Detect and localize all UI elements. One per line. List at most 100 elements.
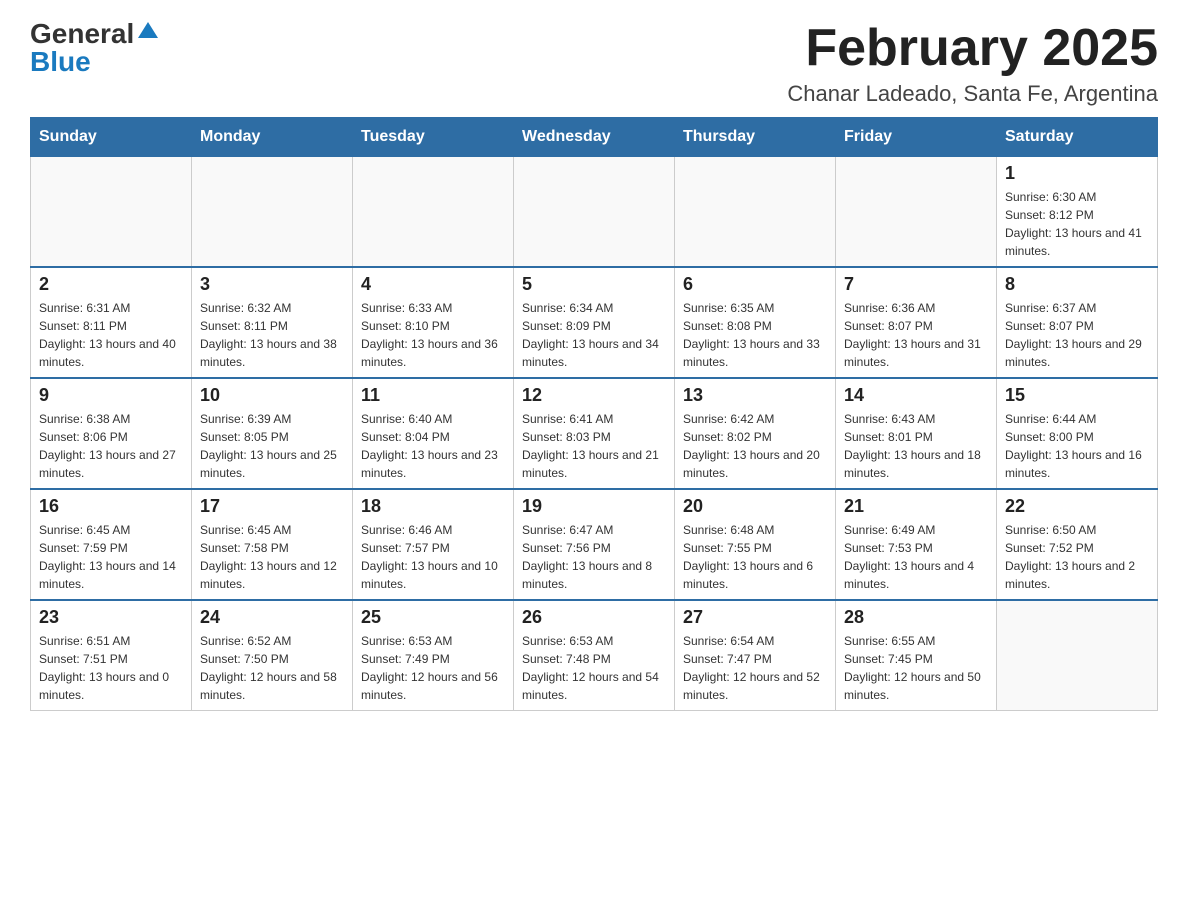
table-row: 17 Sunrise: 6:45 AMSunset: 7:58 PMDayligh… [192,489,353,600]
day-info: Sunrise: 6:44 AMSunset: 8:00 PMDaylight:… [1005,410,1149,482]
day-number: 14 [844,385,988,406]
day-number: 5 [522,274,666,295]
day-info: Sunrise: 6:30 AMSunset: 8:12 PMDaylight:… [1005,188,1149,260]
table-row: 24 Sunrise: 6:52 AMSunset: 7:50 PMDayligh… [192,600,353,711]
table-row: 19 Sunrise: 6:47 AMSunset: 7:56 PMDayligh… [514,489,675,600]
day-number: 2 [39,274,183,295]
day-info: Sunrise: 6:54 AMSunset: 7:47 PMDaylight:… [683,632,827,704]
table-row: 10 Sunrise: 6:39 AMSunset: 8:05 PMDayligh… [192,378,353,489]
day-info: Sunrise: 6:31 AMSunset: 8:11 PMDaylight:… [39,299,183,371]
logo-general-text: General [30,20,134,48]
logo: General Blue [30,20,158,76]
day-number: 25 [361,607,505,628]
day-info: Sunrise: 6:49 AMSunset: 7:53 PMDaylight:… [844,521,988,593]
month-title: February 2025 [787,20,1158,77]
day-number: 7 [844,274,988,295]
table-row: 18Sunrise: 6:46 AMSunset: 7:57 PMDayligh… [353,489,514,600]
day-number: 27 [683,607,827,628]
day-number: 8 [1005,274,1149,295]
table-row [192,157,353,268]
day-info: Sunrise: 6:32 AMSunset: 8:11 PMDaylight:… [200,299,344,371]
table-row: 4 Sunrise: 6:33 AMSunset: 8:10 PMDaylight… [353,267,514,378]
calendar-week-row: 23Sunrise: 6:51 AMSunset: 7:51 PMDayligh… [31,600,1158,711]
day-info: Sunrise: 6:34 AMSunset: 8:09 PMDaylight:… [522,299,666,371]
table-row [836,157,997,268]
day-number: 3 [200,274,344,295]
day-number: 10 [200,385,344,406]
day-number: 24 [200,607,344,628]
day-info: Sunrise: 6:33 AMSunset: 8:10 PMDaylight:… [361,299,505,371]
day-info: Sunrise: 6:38 AMSunset: 8:06 PMDaylight:… [39,410,183,482]
header-wednesday: Wednesday [514,118,675,157]
table-row: 25Sunrise: 6:53 AMSunset: 7:49 PMDayligh… [353,600,514,711]
day-number: 1 [1005,163,1149,184]
header-sunday: Sunday [31,118,192,157]
day-info: Sunrise: 6:53 AMSunset: 7:48 PMDaylight:… [522,632,666,704]
calendar-table: Sunday Monday Tuesday Wednesday Thursday… [30,117,1158,711]
day-number: 16 [39,496,183,517]
day-info: Sunrise: 6:45 AMSunset: 7:58 PMDaylight:… [200,521,344,593]
day-info: Sunrise: 6:42 AMSunset: 8:02 PMDaylight:… [683,410,827,482]
day-info: Sunrise: 6:40 AMSunset: 8:04 PMDaylight:… [361,410,505,482]
day-number: 11 [361,385,505,406]
day-info: Sunrise: 6:39 AMSunset: 8:05 PMDaylight:… [200,410,344,482]
day-number: 22 [1005,496,1149,517]
day-number: 6 [683,274,827,295]
day-number: 23 [39,607,183,628]
calendar-week-row: 1 Sunrise: 6:30 AMSunset: 8:12 PMDaylight… [31,157,1158,268]
table-row: 9 Sunrise: 6:38 AMSunset: 8:06 PMDaylight… [31,378,192,489]
table-row: 27 Sunrise: 6:54 AMSunset: 7:47 PMDayligh… [675,600,836,711]
day-info: Sunrise: 6:36 AMSunset: 8:07 PMDaylight:… [844,299,988,371]
day-info: Sunrise: 6:52 AMSunset: 7:50 PMDaylight:… [200,632,344,704]
day-info: Sunrise: 6:35 AMSunset: 8:08 PMDaylight:… [683,299,827,371]
table-row: 16 Sunrise: 6:45 AMSunset: 7:59 PMDayligh… [31,489,192,600]
table-row: 28Sunrise: 6:55 AMSunset: 7:45 PMDayligh… [836,600,997,711]
day-number: 21 [844,496,988,517]
table-row [31,157,192,268]
table-row: 11 Sunrise: 6:40 AMSunset: 8:04 PMDayligh… [353,378,514,489]
table-row: 6 Sunrise: 6:35 AMSunset: 8:08 PMDaylight… [675,267,836,378]
header-saturday: Saturday [997,118,1158,157]
day-number: 19 [522,496,666,517]
table-row: 1 Sunrise: 6:30 AMSunset: 8:12 PMDaylight… [997,157,1158,268]
day-info: Sunrise: 6:43 AMSunset: 8:01 PMDaylight:… [844,410,988,482]
table-row: 2 Sunrise: 6:31 AMSunset: 8:11 PMDaylight… [31,267,192,378]
day-info: Sunrise: 6:50 AMSunset: 7:52 PMDaylight:… [1005,521,1149,593]
table-row: 22 Sunrise: 6:50 AMSunset: 7:52 PMDayligh… [997,489,1158,600]
table-row [353,157,514,268]
table-row [675,157,836,268]
day-info: Sunrise: 6:45 AMSunset: 7:59 PMDaylight:… [39,521,183,593]
day-number: 9 [39,385,183,406]
title-area: February 2025 Chanar Ladeado, Santa Fe, … [787,20,1158,107]
table-row: 12Sunrise: 6:41 AMSunset: 8:03 PMDayligh… [514,378,675,489]
day-number: 28 [844,607,988,628]
table-row: 7 Sunrise: 6:36 AMSunset: 8:07 PMDaylight… [836,267,997,378]
table-row: 5 Sunrise: 6:34 AMSunset: 8:09 PMDaylight… [514,267,675,378]
day-number: 15 [1005,385,1149,406]
header-monday: Monday [192,118,353,157]
logo-triangle-icon [138,22,158,38]
table-row: 21 Sunrise: 6:49 AMSunset: 7:53 PMDayligh… [836,489,997,600]
header-friday: Friday [836,118,997,157]
calendar-week-row: 9 Sunrise: 6:38 AMSunset: 8:06 PMDaylight… [31,378,1158,489]
calendar-week-row: 16 Sunrise: 6:45 AMSunset: 7:59 PMDayligh… [31,489,1158,600]
day-info: Sunrise: 6:41 AMSunset: 8:03 PMDaylight:… [522,410,666,482]
table-row: 23Sunrise: 6:51 AMSunset: 7:51 PMDayligh… [31,600,192,711]
day-number: 13 [683,385,827,406]
table-row: 15 Sunrise: 6:44 AMSunset: 8:00 PMDayligh… [997,378,1158,489]
location-title: Chanar Ladeado, Santa Fe, Argentina [787,81,1158,107]
table-row: 8Sunrise: 6:37 AMSunset: 8:07 PMDaylight… [997,267,1158,378]
day-number: 4 [361,274,505,295]
day-number: 26 [522,607,666,628]
day-info: Sunrise: 6:47 AMSunset: 7:56 PMDaylight:… [522,521,666,593]
calendar-week-row: 2 Sunrise: 6:31 AMSunset: 8:11 PMDaylight… [31,267,1158,378]
header-thursday: Thursday [675,118,836,157]
day-number: 17 [200,496,344,517]
table-row: 14 Sunrise: 6:43 AMSunset: 8:01 PMDayligh… [836,378,997,489]
table-row [997,600,1158,711]
day-number: 18 [361,496,505,517]
logo-blue-text: Blue [30,46,91,77]
header-tuesday: Tuesday [353,118,514,157]
weekday-header-row: Sunday Monday Tuesday Wednesday Thursday… [31,118,1158,157]
table-row: 3 Sunrise: 6:32 AMSunset: 8:11 PMDaylight… [192,267,353,378]
